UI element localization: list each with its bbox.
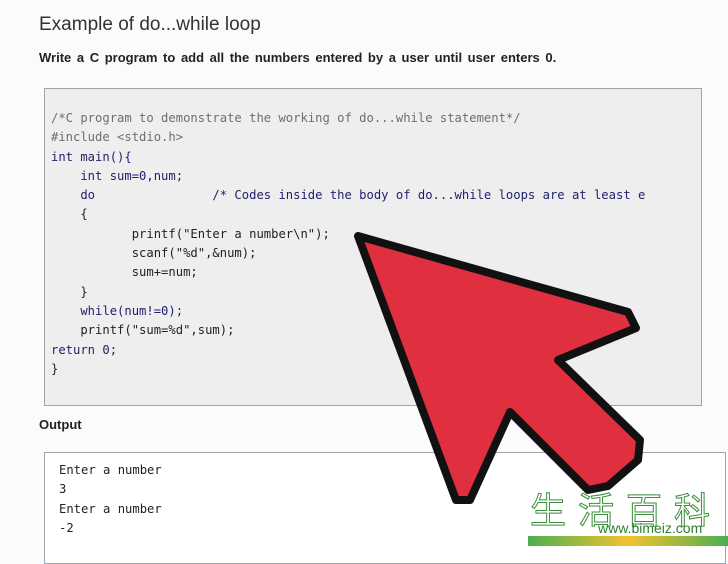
watermark-logo: 生活百科 www.bimeiz.com: [528, 482, 728, 546]
watermark-url: www.bimeiz.com: [598, 520, 703, 536]
red-arrow-icon: [354, 232, 644, 504]
watermark-band: [528, 536, 728, 546]
